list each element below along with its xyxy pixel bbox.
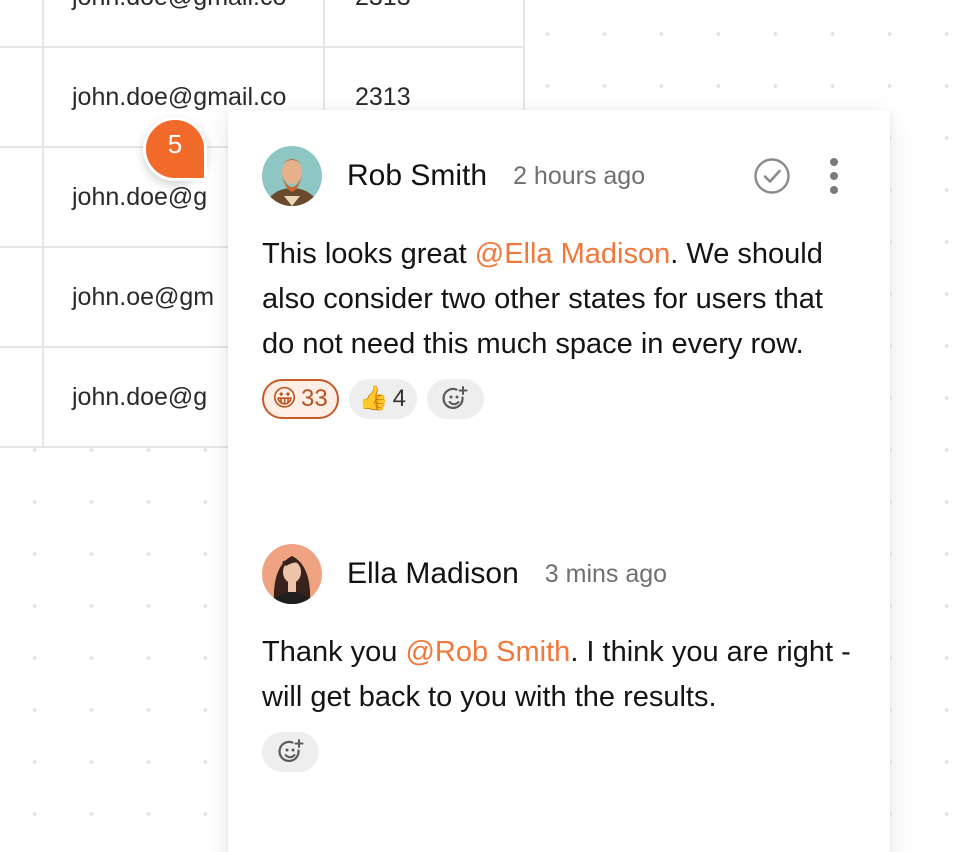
comment-count: 5 <box>167 129 183 159</box>
user-mention[interactable]: @Ella Madison <box>475 238 670 270</box>
table-cell <box>0 48 44 146</box>
number-cell: 2313 <box>325 0 523 46</box>
avatar[interactable] <box>262 146 322 206</box>
table-row[interactable]: john.doe@gmail.co 2313 <box>0 0 523 48</box>
author-name[interactable]: Ella Madison <box>347 557 519 591</box>
add-reaction-button[interactable] <box>426 379 484 419</box>
reaction-grin[interactable]: 😀 33 <box>262 379 339 419</box>
comment-actions <box>752 156 856 196</box>
table-cell <box>0 248 44 346</box>
table-cell <box>0 348 44 446</box>
comment-text-part: Thank you <box>262 636 406 668</box>
add-reaction-button[interactable] <box>262 732 319 772</box>
avatar-image <box>262 544 322 604</box>
thumbs-up-emoji: 👍 <box>358 385 389 412</box>
reaction-count: 33 <box>301 385 328 412</box>
comment-marker-pin[interactable]: 5 <box>143 117 207 181</box>
table-cell <box>0 0 44 46</box>
comment-header: Rob Smith 2 hours ago <box>262 146 856 206</box>
table-cell <box>0 148 44 246</box>
more-vertical-icon[interactable] <box>828 157 840 195</box>
comment: Ella Madison 3 mins ago Thank you @Rob S… <box>262 544 856 772</box>
comment-thread-panel: Rob Smith 2 hours ago This looks great @… <box>228 110 890 852</box>
comment-header: Ella Madison 3 mins ago <box>262 544 856 604</box>
email-cell: john.doe@gmail.co <box>44 0 325 46</box>
author-name[interactable]: Rob Smith <box>347 159 487 193</box>
timestamp: 3 mins ago <box>544 559 668 588</box>
check-circle-icon[interactable] <box>752 156 792 196</box>
avatar-image <box>262 146 322 206</box>
comment-text: This looks great @Ella Madison. We shoul… <box>262 232 852 367</box>
comment: Rob Smith 2 hours ago This looks great @… <box>262 146 856 419</box>
grinning-face-emoji: 😀 <box>272 385 298 412</box>
reaction-thumbs-up[interactable]: 👍 4 <box>348 379 417 419</box>
reaction-count: 4 <box>392 385 406 412</box>
comment-text: Thank you @Rob Smith. I think you are ri… <box>262 630 852 720</box>
avatar[interactable] <box>262 544 322 604</box>
reactions-bar: 😀 33 👍 4 <box>262 379 856 419</box>
comment-text-part: This looks great <box>262 238 475 270</box>
timestamp: 2 hours ago <box>513 161 646 190</box>
add-emoji-icon <box>278 739 303 762</box>
user-mention[interactable]: @Rob Smith <box>405 636 570 668</box>
reactions-bar <box>262 732 856 772</box>
add-emoji-icon <box>443 386 468 409</box>
